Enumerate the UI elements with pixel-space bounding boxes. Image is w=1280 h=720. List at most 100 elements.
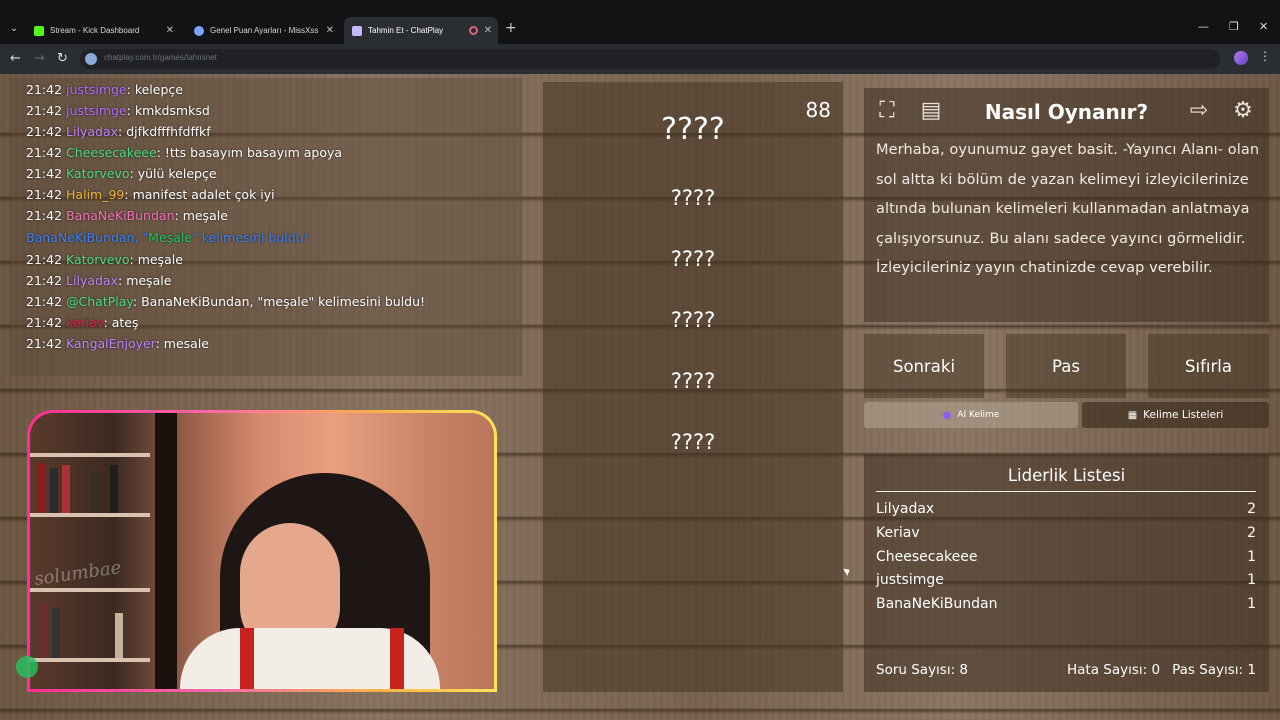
chat-user[interactable]: Cheesecakeee [66, 145, 157, 160]
chat-message: 21:42 Cheesecakeee: !tts basayım basayım … [26, 145, 343, 160]
maximize-icon[interactable]: ❐ [1229, 20, 1239, 33]
chat-text: meşale [137, 252, 183, 267]
dress-strap [390, 628, 404, 689]
chat-user[interactable]: Katorvevo [66, 166, 129, 181]
chat-user[interactable]: keriav [66, 315, 103, 330]
address-bar: ← → ↻ chatplay.com.tr/games/tahminet [0, 44, 1280, 74]
close-icon[interactable]: ✕ [326, 25, 334, 36]
how-to-play-panel: ⛶ ▤ Nasıl Oynanır? ⇨ ⚙ Merhaba, oyunumuz… [864, 88, 1269, 322]
url-input[interactable]: chatplay.com.tr/games/tahminet [80, 49, 1220, 69]
chat-time: 21:42 [26, 273, 63, 288]
new-tab-button[interactable]: + [505, 20, 517, 36]
player-score: 1 [1247, 572, 1256, 588]
forbidden-word: ???? [670, 369, 716, 393]
back-icon[interactable]: ← [10, 51, 21, 66]
tab-puan-ayarlari[interactable]: Genel Puan Ayarları - MissXss ✕ [186, 17, 340, 44]
question-count: Soru Sayısı: 8 [876, 662, 969, 678]
chat-text: yülü kelepçe [137, 166, 217, 181]
book [52, 608, 60, 658]
chat-system-word: Meşale [148, 230, 192, 245]
divider [876, 491, 1256, 492]
chat-text: kelepçe [134, 82, 183, 97]
word-lists-label: Kelime Listeleri [1143, 409, 1224, 421]
next-button[interactable]: Sonraki [864, 334, 984, 398]
chat-user[interactable]: KangalEnjoyer [66, 336, 156, 351]
chat-message: 21:42 Katorvevo: yülü kelepçe [26, 166, 217, 181]
profile-avatar[interactable] [1234, 51, 1248, 65]
chat-text: mesale [163, 336, 209, 351]
ai-word-tab[interactable]: ● AI Kelime [864, 402, 1078, 428]
chat-user[interactable]: Katorvevo [66, 252, 129, 267]
chat-message: 21:42 Lilyadax: djfkdfffhfdffkf [26, 124, 211, 139]
webcam-frame: solumbae [27, 410, 497, 692]
window-close-icon[interactable]: ✕ [1259, 20, 1268, 33]
how-to-play-text: Merhaba, oyunumuz gayet basit. -Yayıncı … [876, 142, 1260, 276]
leaderboard-row: justsimge 1 [876, 572, 1256, 588]
close-icon[interactable]: ✕ [166, 25, 174, 36]
tab-search-icon[interactable]: ⌄ [6, 21, 22, 37]
pass-button[interactable]: Pas [1006, 334, 1126, 398]
bookshelf [30, 658, 150, 662]
tab-title: Tahmin Et - ChatPlay [368, 26, 444, 35]
word-lists-tab[interactable]: ▦ Kelime Listeleri [1082, 402, 1269, 428]
forbidden-word: ???? [670, 186, 716, 210]
tab-tahmin-et[interactable]: Tahmin Et - ChatPlay ✕ [344, 17, 498, 44]
forbidden-word: ???? [670, 247, 716, 271]
reset-button[interactable]: Sıfırla [1148, 334, 1269, 398]
chat-user[interactable]: Lilyadax [66, 273, 118, 288]
tab-title: Stream - Kick Dashboard [50, 26, 140, 35]
chat-text: meşale [182, 208, 228, 223]
minimize-icon[interactable]: — [1198, 20, 1209, 33]
player-score: 2 [1247, 501, 1256, 517]
site-info-icon[interactable] [85, 53, 97, 65]
chat-message: 21:42 BanaNeKiBundan: meşale [26, 208, 228, 223]
webcam-video: solumbae [30, 413, 494, 689]
chat-message: 21:42 keriav: ateş [26, 315, 139, 330]
chat-user[interactable]: Lilyadax [66, 124, 118, 139]
game-page: 21:42 justsimge: kelepçe 21:42 justsimge: … [0, 74, 1280, 720]
leaderboard-title: Liderlik Listesi [1007, 466, 1126, 485]
tab-kick-dashboard[interactable]: Stream - Kick Dashboard ✕ [26, 17, 180, 44]
chat-message: 21:42 Halim_99: manifest adalet çok iyi [26, 187, 275, 202]
chat-message: 21:42 KangalEnjoyer: mesale [26, 336, 209, 351]
forward-icon[interactable]: → [34, 51, 45, 66]
book [115, 613, 123, 658]
chat-system-user: BanaNeKiBundan [26, 230, 135, 245]
chat-user[interactable]: BanaNeKiBundan [66, 208, 174, 223]
player-name: Lilyadax [876, 501, 935, 517]
chatplay-icon [352, 25, 362, 36]
doorway [155, 413, 177, 689]
chat-user[interactable]: @ChatPlay [66, 294, 133, 309]
chat-time: 21:42 [26, 187, 63, 202]
reload-icon[interactable]: ↻ [57, 51, 68, 66]
error-count: Hata Sayısı: 0 [1067, 662, 1161, 678]
bookshelf [30, 453, 150, 457]
chat-time: 21:42 [26, 145, 63, 160]
bookshelf [30, 513, 150, 517]
book [110, 465, 118, 513]
chat-message: 21:42 @ChatPlay: BanaNeKiBundan, "meşale"… [26, 294, 426, 309]
player-name: Keriav [876, 525, 920, 541]
chat-user[interactable]: Halim_99 [66, 187, 124, 202]
player-score: 1 [1247, 549, 1256, 565]
chat-system-text: " kelimesini buldu! [191, 230, 309, 245]
gear-icon[interactable]: ⚙ [1228, 96, 1258, 126]
player-score: 1 [1247, 596, 1256, 612]
url-text: chatplay.com.tr/games/tahminet [104, 53, 217, 62]
chat-message: 21:42 Katorvevo: meşale [26, 252, 183, 267]
menu-icon[interactable]: ⋮ [1259, 49, 1271, 63]
tab-title: Genel Puan Ayarları - MissXss [210, 26, 319, 35]
logout-icon[interactable]: ⇨ [1184, 96, 1214, 126]
leaderboard-row: Cheesecakeee 1 [876, 549, 1256, 565]
chat-text: meşale [126, 273, 172, 288]
chat-user[interactable]: justsimge [66, 82, 127, 97]
chat-user[interactable]: justsimge [66, 103, 127, 118]
chat-system-text: , " [134, 230, 149, 245]
live-indicator [16, 656, 38, 678]
chat-panel: 21:42 justsimge: kelepçe 21:42 justsimge: … [10, 78, 522, 376]
chat-message: 21:42 Lilyadax: meşale [26, 273, 172, 288]
book [38, 463, 46, 513]
player-name: Cheesecakeee [876, 549, 978, 565]
chat-message: 21:42 justsimge: kelepçe [26, 82, 183, 97]
close-icon[interactable]: ✕ [484, 25, 492, 36]
